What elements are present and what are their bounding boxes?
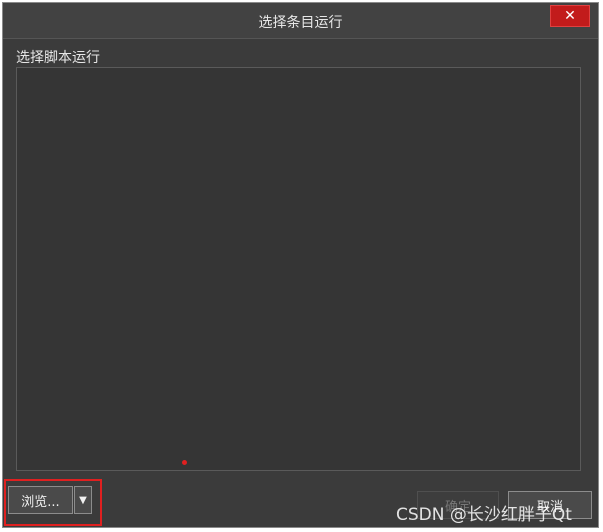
watermark: CSDN @长沙红胖子Qt xyxy=(396,505,572,525)
section-label: 选择脚本运行 xyxy=(16,50,100,66)
title-bar[interactable]: 选择条目运行 ✕ xyxy=(3,3,598,39)
script-list[interactable] xyxy=(16,67,581,471)
chevron-down-icon: ▼ xyxy=(79,494,87,506)
browse-button[interactable]: 浏览... xyxy=(8,486,73,514)
browse-button-group: 浏览... ▼ xyxy=(8,486,92,514)
dialog-window: 选择条目运行 ✕ 选择脚本运行 确定 取消 xyxy=(2,2,599,528)
close-button[interactable]: ✕ xyxy=(550,5,590,27)
close-icon: ✕ xyxy=(564,8,576,24)
browse-dropdown-button[interactable]: ▼ xyxy=(74,486,92,514)
dialog-title: 选择条目运行 xyxy=(258,15,343,31)
red-dot-marker xyxy=(182,460,187,465)
